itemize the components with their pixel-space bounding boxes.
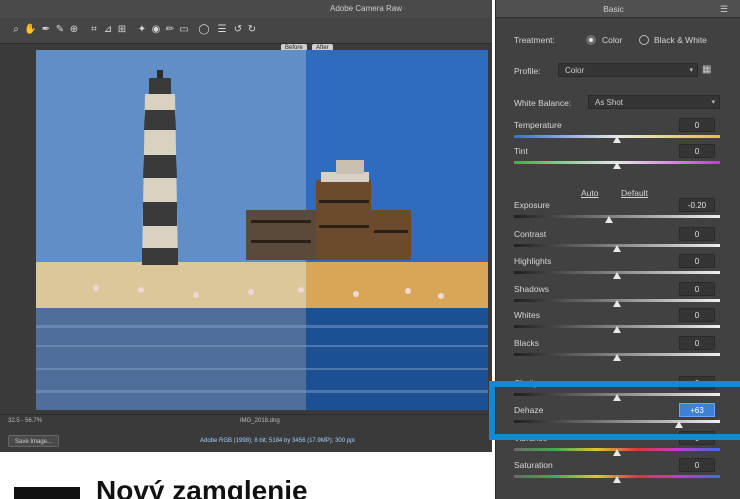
zoom-tool-icon[interactable]: ⌕ <box>10 24 22 36</box>
slider-label-blacks: Blacks <box>514 338 540 348</box>
profile-select[interactable]: Color ▾ <box>558 63 698 77</box>
editor-titlebar: Adobe Camera Raw <box>0 0 492 18</box>
slider-thumb-vibrance[interactable] <box>613 449 621 456</box>
lighthouse-photo <box>36 50 488 410</box>
target-adjust-icon[interactable]: ⊕ <box>68 24 80 36</box>
spot-removal-icon[interactable]: ✦ <box>136 24 148 36</box>
treatment-bw-radio[interactable] <box>639 35 649 45</box>
slider-label-saturation: Saturation <box>514 460 553 470</box>
slider-thumb-blacks[interactable] <box>613 354 621 361</box>
slider-thumb-tint[interactable] <box>613 162 621 169</box>
straighten-tool-icon[interactable]: ⊿ <box>102 24 114 36</box>
slider-value-blacks[interactable]: 0 <box>679 336 715 350</box>
lighthouse <box>142 70 178 265</box>
treatment-color-label[interactable]: Color <box>602 35 622 45</box>
slider-value-temperature[interactable]: 0 <box>679 118 715 132</box>
slider-value-highlights[interactable]: 0 <box>679 254 715 268</box>
slider-value-exposure[interactable]: -0.20 <box>679 198 715 212</box>
rotate-right-icon[interactable]: ↻ <box>246 24 258 36</box>
slider-thumb-saturation[interactable] <box>613 476 621 483</box>
workflow-options-link[interactable]: Adobe RGB (1998); 8 bit; 5184 by 3456 (1… <box>200 438 355 444</box>
graduated-filter-icon[interactable]: ▭ <box>178 24 190 36</box>
slider-label-contrast: Contrast <box>514 229 547 239</box>
slider-value-whites[interactable]: 0 <box>679 308 715 322</box>
slider-label-shadows: Shadows <box>514 284 549 294</box>
save-image-button[interactable]: Save Image... <box>8 435 60 447</box>
transform-tool-icon[interactable]: ⊞ <box>116 24 128 36</box>
slider-thumb-whites[interactable] <box>613 326 621 333</box>
white-balance-value: As Shot <box>595 98 624 107</box>
slider-label-tint: Tint <box>514 146 528 156</box>
panel-header: Basic ☰ <box>496 0 740 18</box>
default-link[interactable]: Default <box>621 188 648 198</box>
hand-tool-icon[interactable]: ✋ <box>24 24 36 36</box>
slider-thumb-shadows[interactable] <box>613 300 621 307</box>
heading-marker <box>14 487 80 499</box>
treatment-bw-label[interactable]: Black & White <box>654 35 707 45</box>
slider-track-exposure[interactable] <box>514 215 720 218</box>
white-balance-select[interactable]: As Shot ▾ <box>588 95 720 109</box>
slider-value-tint[interactable]: 0 <box>679 144 715 158</box>
file-name: IMG_2018.dng <box>240 418 280 424</box>
zoom-level[interactable]: 32.5 - 56.7% <box>8 418 42 424</box>
article-heading: Nový zamglenie <box>96 475 308 499</box>
profile-browser-icon[interactable]: ▦ <box>702 64 714 76</box>
profile-value: Color <box>565 66 585 75</box>
radial-filter-icon[interactable]: ◯ <box>198 24 210 36</box>
treatment-label: Treatment: <box>514 35 555 45</box>
panel-title: Basic <box>603 4 624 14</box>
slider-label-temperature: Temperature <box>514 120 562 130</box>
color-sampler-icon[interactable]: ✎ <box>54 24 66 36</box>
slider-thumb-temperature[interactable] <box>613 136 621 143</box>
treatment-color-radio[interactable] <box>586 35 596 45</box>
rotate-left-icon[interactable]: ↺ <box>232 24 244 36</box>
white-balance-tool-icon[interactable]: ✒ <box>40 24 52 36</box>
slider-thumb-exposure[interactable] <box>604 216 613 223</box>
chevron-down-icon: ▾ <box>689 67 693 74</box>
slider-value-shadows[interactable]: 0 <box>679 282 715 296</box>
status-bar: 32.5 - 56.7% IMG_2018.dng Save Image... … <box>0 414 492 452</box>
slider-label-whites: Whites <box>514 310 540 320</box>
preview-image[interactable] <box>36 50 488 410</box>
adjustment-brush-icon[interactable]: ✏ <box>164 24 176 36</box>
red-eye-icon[interactable]: ◉ <box>150 24 162 36</box>
chevron-down-icon: ▾ <box>711 99 715 106</box>
slider-value-saturation[interactable]: 0 <box>679 458 715 472</box>
editor-window: Adobe Camera Raw ⌕ ✋ ✒ ✎ ⊕ ⌗ ⊿ ⊞ ✦ ◉ ✏ ▭… <box>0 0 492 452</box>
slider-thumb-contrast[interactable] <box>613 245 621 252</box>
editor-toolbar: ⌕ ✋ ✒ ✎ ⊕ ⌗ ⊿ ⊞ ✦ ◉ ✏ ▭ ◯ ☰ ↺ ↻ <box>0 18 492 44</box>
slider-label-exposure: Exposure <box>514 200 550 210</box>
white-balance-label: White Balance: <box>514 98 572 108</box>
panel-menu-icon[interactable]: ☰ <box>720 4 728 15</box>
auto-link[interactable]: Auto <box>581 188 599 198</box>
dehaze-highlight-frame <box>489 381 740 440</box>
profile-label: Profile: <box>514 66 541 76</box>
preferences-icon[interactable]: ☰ <box>216 24 228 36</box>
crop-tool-icon[interactable]: ⌗ <box>88 24 100 36</box>
slider-thumb-highlights[interactable] <box>613 272 621 279</box>
slider-value-contrast[interactable]: 0 <box>679 227 715 241</box>
slider-label-highlights: Highlights <box>514 256 552 266</box>
window-title: Adobe Camera Raw <box>330 4 403 13</box>
